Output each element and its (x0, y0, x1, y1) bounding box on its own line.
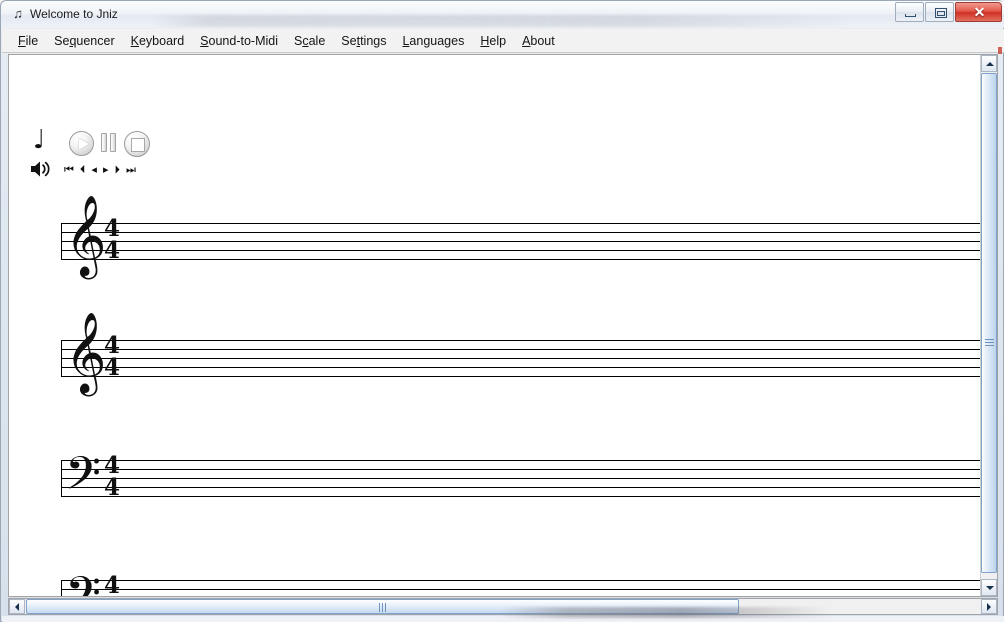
staff-line (61, 460, 981, 461)
status-bar (2, 616, 1004, 622)
application-window: ♫ Welcome to Jniz ✕ File Sequencer Keybo… (0, 0, 1004, 622)
time-signature-denominator: 4 (103, 354, 120, 381)
forward-to-end-button[interactable]: ⏭ (125, 163, 137, 177)
background-bleed (151, 15, 851, 27)
staff-barline (61, 580, 62, 596)
pause-icon-right (110, 133, 116, 152)
time-signature-numerator: 4 (103, 215, 120, 242)
vertical-scrollbar-thumb[interactable] (981, 73, 997, 573)
staff-system-4[interactable]: 𝄢 4 4 (61, 572, 981, 596)
staff-line (61, 376, 981, 377)
time-signature: 4 4 (101, 332, 123, 381)
beamed-note-icon: ♫ (13, 6, 23, 21)
rewind-to-start-button[interactable]: ⏮ (63, 163, 75, 177)
pause-button[interactable] (101, 133, 117, 152)
speaker-icon[interactable] (30, 160, 52, 183)
time-signature-denominator: 4 (103, 474, 120, 501)
bass-clef-icon: 𝄢 (65, 447, 102, 512)
window-controls: ✕ (894, 2, 1002, 22)
step-back-button[interactable]: ◂ (90, 163, 98, 177)
vertical-scrollbar[interactable] (980, 55, 997, 596)
step-forward-button[interactable]: ▸ (102, 163, 110, 177)
staff-line (61, 223, 981, 224)
time-signature-denominator: 4 (101, 595, 123, 596)
time-signature-numerator: 4 (103, 332, 120, 359)
staff-system-2[interactable]: 𝄞 4 4 (61, 317, 981, 387)
restore-icon-inner (937, 11, 945, 16)
menu-item-languages[interactable]: Languages (394, 31, 472, 51)
staff-line (61, 349, 981, 350)
previous-measure-button[interactable]: ⏴ (79, 163, 87, 177)
time-signature: 4 4 (101, 452, 123, 501)
staff-line (61, 241, 981, 242)
window-edge-artifact (998, 47, 1002, 54)
time-signature: 4 4 (101, 573, 123, 596)
maximize-restore-button[interactable] (925, 2, 954, 22)
menu-item-help[interactable]: Help (472, 31, 514, 51)
scrollbar-grip-icon (985, 339, 994, 348)
menu-item-sound-to-midi[interactable]: Sound-to-Midi (192, 31, 286, 51)
window-frame: ♫ Welcome to Jniz ✕ File Sequencer Keybo… (0, 0, 1004, 622)
staff-line (61, 250, 981, 251)
bass-clef-icon: 𝄢 (65, 572, 101, 597)
staff-line (61, 580, 981, 581)
menu-item-sequencer[interactable]: Sequencer (46, 31, 122, 51)
note-tool-icon[interactable]: ♩ (33, 127, 45, 153)
staff-line (61, 340, 981, 341)
minimize-icon (905, 14, 916, 17)
time-signature: 4 4 (101, 215, 123, 264)
score-canvas[interactable]: ♩ ⏮ ⏴ ◂ ▸ ⏵ ⏭ 𝄞 4 4 𝄞 4 4 𝄢 4 4 4 (9, 55, 981, 596)
menu-item-about[interactable]: About (514, 31, 563, 51)
pause-icon-left (101, 133, 107, 152)
speaker-icon-svg (31, 161, 50, 177)
staff-line (61, 367, 981, 368)
transport-navigation: ⏮ ⏴ ◂ ▸ ⏵ ⏭ (63, 163, 137, 177)
staff-line (61, 487, 981, 488)
staff-line (61, 469, 981, 470)
menu-item-keyboard[interactable]: Keyboard (123, 31, 193, 51)
horizontal-scrollbar[interactable] (8, 598, 998, 615)
chevron-right-icon (987, 603, 991, 611)
title-bar[interactable]: ♫ Welcome to Jniz ✕ (1, 1, 1004, 28)
scrollbar-grip-icon (379, 603, 388, 612)
menu-item-scale[interactable]: Scale (286, 31, 333, 51)
chevron-up-icon (986, 62, 994, 66)
staff-line (61, 496, 981, 497)
stop-icon (132, 139, 144, 151)
scroll-up-button[interactable] (981, 55, 997, 72)
time-signature-numerator: 4 (103, 572, 120, 596)
scroll-right-button[interactable] (981, 599, 997, 614)
time-signature-denominator: 4 (103, 237, 120, 264)
scroll-down-button[interactable] (981, 579, 997, 596)
staff-line (61, 358, 981, 359)
score-client-area: ♩ ⏮ ⏴ ◂ ▸ ⏵ ⏭ 𝄞 4 4 𝄞 4 4 𝄢 4 4 4 (8, 54, 998, 597)
play-button[interactable] (69, 131, 94, 156)
next-measure-button[interactable]: ⏵ (113, 163, 121, 177)
minimize-button[interactable] (895, 2, 924, 22)
staff-line (61, 259, 981, 260)
menu-item-settings[interactable]: Settings (333, 31, 394, 51)
close-button[interactable]: ✕ (955, 2, 1002, 22)
close-icon: ✕ (973, 4, 986, 20)
menu-item-file[interactable]: File (10, 31, 46, 51)
chevron-left-icon (15, 603, 19, 611)
stop-button[interactable] (124, 131, 150, 157)
staff-system-3[interactable]: 𝄢 4 4 (61, 452, 981, 508)
chevron-down-icon (986, 586, 994, 590)
staff-system-1[interactable]: 𝄞 4 4 (61, 200, 981, 270)
horizontal-scrollbar-thumb[interactable] (26, 599, 739, 614)
menu-bar: File Sequencer Keyboard Sound-to-Midi Sc… (2, 29, 1004, 53)
staff-line (61, 478, 981, 479)
staff-line (61, 589, 981, 590)
window-title: Welcome to Jniz (30, 7, 118, 21)
staff-line (61, 232, 981, 233)
scroll-left-button[interactable] (9, 599, 25, 614)
time-signature-numerator: 4 (103, 452, 120, 479)
play-icon (79, 138, 89, 150)
